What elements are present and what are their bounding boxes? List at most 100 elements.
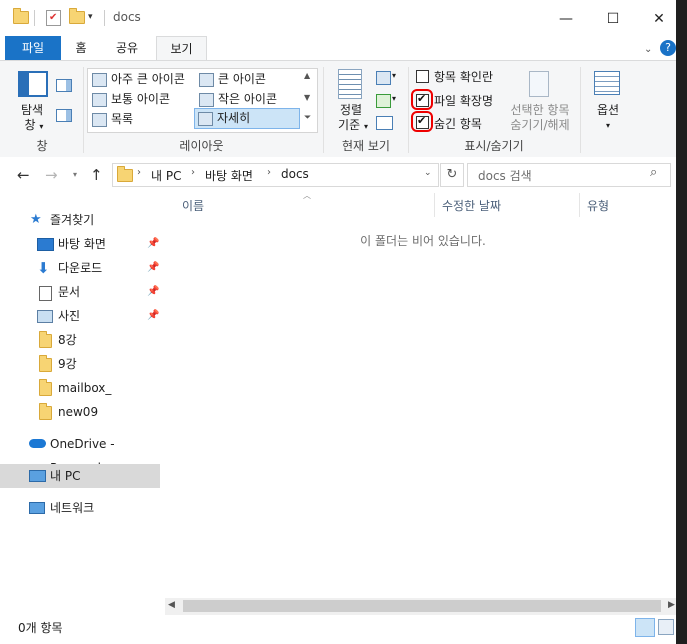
layout-gallery: 아주 큰 아이콘 큰 아이콘 보통 아이콘 작은 아이콘 목록 자세히 ▲ ▼ … <box>87 68 318 133</box>
search-icon[interactable]: ⌕ <box>650 165 657 180</box>
medium-icons-icon <box>92 93 107 107</box>
annotation-circle <box>411 111 433 132</box>
divider <box>83 67 84 153</box>
layout-small-icons[interactable]: 작은 아이콘 <box>196 90 306 109</box>
recent-locations-icon[interactable]: ▾ <box>73 170 77 179</box>
nav-item-documents[interactable]: 문서 📌 <box>0 280 160 304</box>
maximize-button[interactable]: ☐ <box>593 6 633 32</box>
pin-icon[interactable]: 📌 <box>147 280 159 304</box>
sort-ascending-icon: ︿ <box>303 191 311 200</box>
address-dropdown-icon[interactable]: ⌄ <box>424 168 432 178</box>
file-extensions-label: 파일 확장명 <box>434 94 494 108</box>
nav-item-folder[interactable]: 8강 <box>0 328 160 352</box>
pin-icon[interactable]: 📌 <box>147 304 159 328</box>
scroll-left-icon[interactable]: ◀ <box>168 600 175 610</box>
gallery-scroll-down-icon[interactable]: ▼ <box>304 93 310 102</box>
gallery-more-icon[interactable]: ⏷ <box>304 113 311 123</box>
tab-view[interactable]: 보기 <box>156 36 207 62</box>
tab-home[interactable]: 홈 <box>65 36 97 61</box>
folder-icon <box>39 379 52 396</box>
annotation-circle <box>411 89 433 110</box>
properties-icon[interactable]: ✔ <box>46 10 61 26</box>
forward-arrow-icon[interactable]: → <box>45 166 58 184</box>
minimize-button[interactable]: — <box>546 6 586 32</box>
item-checkboxes-checkbox[interactable] <box>416 70 429 83</box>
breadcrumb-separator-icon[interactable]: › <box>137 167 141 178</box>
breadcrumb-separator-icon[interactable]: › <box>191 167 195 178</box>
large-icons-view-icon[interactable] <box>658 619 674 635</box>
group-by-dropdown-icon[interactable]: ▾ <box>392 71 396 80</box>
scrollbar-thumb[interactable] <box>183 600 661 612</box>
pictures-icon <box>37 310 53 323</box>
options-label: 옵션 <box>596 103 620 117</box>
layout-extra-large-icons[interactable]: 아주 큰 아이콘 <box>89 70 195 89</box>
layout-details[interactable]: 자세히 <box>194 108 300 129</box>
search-input[interactable]: docs 검색 ⌕ <box>467 163 671 187</box>
divider <box>104 10 105 26</box>
column-divider[interactable] <box>579 193 580 217</box>
options-button[interactable]: 옵션 ▾ <box>588 67 628 133</box>
layout-large-icons[interactable]: 큰 아이콘 <box>196 70 306 89</box>
layout-list[interactable]: 목록 <box>89 110 195 129</box>
download-icon: ⬇ <box>37 259 50 277</box>
scroll-right-icon[interactable]: ▶ <box>668 600 675 610</box>
nav-item-folder[interactable]: mailbox_ <box>0 376 160 400</box>
address-bar[interactable]: › 내 PC › 바탕 화면 › docs ⌄ <box>112 163 439 187</box>
refresh-icon[interactable]: ↻ <box>440 163 464 187</box>
nav-onedrive[interactable]: OneDrive - Personal <box>0 432 160 475</box>
nav-item-folder[interactable]: 9강 <box>0 352 160 376</box>
gallery-scroll-up-icon[interactable]: ▲ <box>304 71 310 80</box>
breadcrumb-this-pc[interactable]: 내 PC <box>151 167 181 184</box>
navigation-pane-button[interactable]: 탐색 창 ▾ <box>10 67 50 133</box>
cloud-icon <box>29 439 46 448</box>
nav-quick-access[interactable]: ★ 즐겨찾기 <box>0 208 160 232</box>
preview-pane-icon[interactable] <box>56 79 72 92</box>
nav-item-pictures[interactable]: 사진 📌 <box>0 304 160 328</box>
help-icon[interactable]: ? <box>660 40 676 56</box>
group-by-icon[interactable] <box>376 71 391 85</box>
tab-share[interactable]: 공유 <box>107 36 147 61</box>
current-view-group-label: 현재 보기 <box>342 139 390 153</box>
collapse-ribbon-icon[interactable]: ⌄ <box>644 44 652 55</box>
star-icon: ★ <box>30 212 42 227</box>
column-divider[interactable] <box>434 193 435 217</box>
column-header-modified[interactable]: 수정한 날짜 <box>442 193 501 219</box>
hide-selected-button[interactable]: 선택한 항목 숨기기/해제 <box>504 67 576 137</box>
layout-medium-icons[interactable]: 보통 아이콘 <box>89 90 195 109</box>
nav-this-pc[interactable]: 내 PC <box>0 464 160 488</box>
new-folder-icon[interactable] <box>69 8 85 24</box>
nav-network[interactable]: 네트워크 <box>0 496 160 520</box>
column-header-name[interactable]: 이름 <box>182 193 204 219</box>
add-columns-dropdown-icon[interactable]: ▾ <box>392 94 396 103</box>
add-columns-icon[interactable] <box>376 94 391 108</box>
details-icon <box>198 112 213 126</box>
size-columns-icon[interactable] <box>376 116 393 130</box>
details-pane-icon[interactable] <box>56 109 72 122</box>
back-arrow-icon[interactable]: ← <box>17 166 30 184</box>
close-button[interactable]: ✕ <box>639 6 679 32</box>
nav-item-downloads[interactable]: ⬇ 다운로드 📌 <box>0 256 160 280</box>
breadcrumb-desktop[interactable]: 바탕 화면 <box>205 167 253 184</box>
small-icons-icon <box>199 93 214 107</box>
pin-icon[interactable]: 📌 <box>147 232 159 256</box>
tab-file[interactable]: 파일 <box>5 36 61 61</box>
divider <box>408 67 409 153</box>
navigation-pane-label: 탐색 <box>20 103 44 117</box>
item-count: 0개 항목 <box>18 621 63 635</box>
breadcrumb-separator-icon[interactable]: › <box>267 167 271 178</box>
navigation-pane-icon <box>18 71 48 97</box>
item-checkboxes-label: 항목 확인란 <box>434 70 494 84</box>
horizontal-scrollbar[interactable]: ◀ ▶ <box>165 598 681 615</box>
empty-folder-message: 이 폴더는 비어 있습니다. <box>360 234 486 248</box>
details-view-icon[interactable] <box>635 618 655 637</box>
breadcrumb-docs[interactable]: docs <box>281 167 309 181</box>
customize-toolbar-icon[interactable]: ▾ <box>88 12 93 22</box>
nav-item-desktop[interactable]: 바탕 화면 📌 <box>0 232 160 256</box>
divider <box>580 67 581 153</box>
column-header-type[interactable]: 유형 <box>587 193 609 219</box>
pin-icon[interactable]: 📌 <box>147 256 159 280</box>
nav-item-folder[interactable]: new09 <box>0 400 160 424</box>
up-arrow-icon[interactable]: ↑ <box>90 166 103 184</box>
divider <box>34 10 35 26</box>
sort-by-button[interactable]: 정렬 기준 ▾ <box>331 67 371 133</box>
